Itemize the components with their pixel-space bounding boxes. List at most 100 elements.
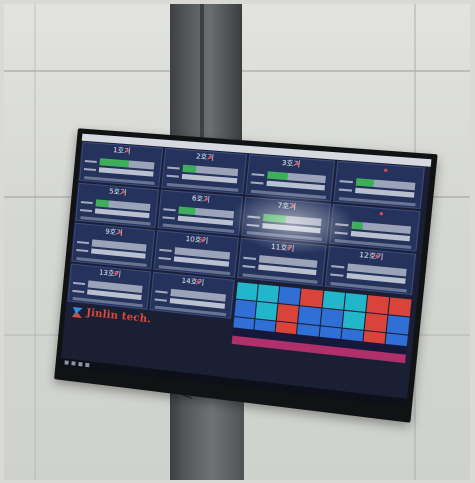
status-dot-icon	[121, 189, 125, 194]
wall-panel-seam	[34, 4, 36, 480]
progress-fill	[350, 220, 364, 230]
machine-tile	[332, 160, 425, 209]
machine-tile: 2호기	[160, 147, 248, 194]
progress-fill	[173, 247, 175, 255]
kpi-cell	[277, 304, 300, 323]
kpi-cell	[322, 290, 345, 310]
progress-fill	[169, 288, 171, 296]
row-label	[247, 214, 261, 219]
kpi-cell	[386, 315, 410, 335]
logo-mark-icon	[71, 306, 83, 318]
row-label	[76, 248, 89, 253]
status-dot-icon	[384, 168, 388, 173]
machine-name: 2호기	[195, 152, 215, 162]
tile-footer	[242, 272, 318, 284]
progress-fill	[258, 255, 260, 263]
row-label	[154, 297, 167, 302]
status-dot-icon	[117, 230, 121, 234]
status-dot-icon	[196, 279, 201, 284]
kpi-cell	[234, 299, 257, 319]
row-label	[333, 230, 348, 235]
status-dot-icon	[290, 204, 295, 208]
row-label	[157, 256, 171, 261]
row-label	[246, 223, 260, 227]
progress-fill	[181, 164, 197, 173]
row-label	[338, 188, 352, 192]
taskbar-app-icon	[71, 361, 76, 366]
row-label	[83, 168, 97, 172]
row-label	[251, 173, 265, 177]
machine-tile	[328, 203, 421, 252]
row-label	[84, 160, 97, 163]
row-label	[154, 289, 168, 294]
row-label	[165, 174, 179, 178]
kpi-cell	[298, 306, 321, 326]
os-taskbar	[60, 357, 408, 408]
machine-tile: 11호기	[237, 237, 327, 286]
machine-name: 7호기	[277, 200, 297, 211]
machine-name: 9호기	[104, 227, 123, 238]
progress-fill	[87, 279, 89, 287]
progress-fill	[263, 213, 287, 223]
logo-text: Jinlin tech.	[85, 307, 152, 326]
row-label	[80, 208, 93, 212]
progress-fill	[267, 171, 288, 181]
progress-fill	[346, 263, 348, 271]
machine-tile: 9호기	[71, 222, 155, 269]
start-icon	[64, 360, 69, 365]
row-label	[242, 264, 256, 269]
kpi-cell	[320, 308, 343, 328]
row-label	[250, 181, 264, 185]
kpi-cell	[388, 297, 412, 317]
machine-tile: 12호기	[324, 245, 417, 295]
progress-fill	[177, 205, 196, 215]
row-label	[329, 273, 343, 277]
machine-name: 1호기	[112, 146, 131, 156]
machine-name: 6호기	[191, 193, 211, 204]
machine-tile: 10호기	[152, 230, 239, 278]
machine-tile: 5호기	[75, 182, 159, 228]
row-label	[76, 240, 90, 245]
kpi-cell	[344, 292, 367, 312]
status-dot-icon	[286, 246, 291, 250]
wall-background: 1호기 2호기 3호기 5호기 6호기 7호기 9호기 10호기 11호기 12호기 13호기 14호…	[4, 4, 470, 480]
machine-tile: 1호기	[78, 141, 163, 187]
row-label	[73, 281, 86, 285]
row-label	[80, 200, 93, 204]
row-label	[334, 222, 349, 226]
row-label	[243, 256, 257, 261]
machine-tile: 14호기	[148, 271, 235, 319]
row-label	[161, 215, 175, 219]
progress-fill	[99, 158, 130, 168]
kpi-cell	[257, 284, 280, 303]
machine-name: 5호기	[108, 186, 127, 197]
row-label	[162, 207, 176, 211]
row-label	[158, 248, 172, 252]
status-dot-icon	[125, 149, 129, 153]
status-dot-icon	[295, 161, 299, 166]
status-dot-icon	[204, 196, 209, 201]
machine-tile: 3호기	[245, 154, 335, 202]
kpi-cell	[236, 282, 258, 301]
machine-name: 11호기	[270, 242, 295, 254]
kpi-cell	[255, 301, 278, 321]
progress-fill	[355, 178, 374, 187]
machine-name: 10호기	[185, 234, 209, 246]
kpi-cell	[342, 310, 365, 330]
progress-fill	[91, 239, 93, 247]
status-dot-icon	[113, 271, 118, 275]
progress-fill	[95, 198, 110, 208]
row-label	[166, 166, 180, 170]
kpi-cell	[366, 295, 390, 315]
row-label	[339, 180, 353, 184]
status-dot-icon	[379, 211, 384, 215]
machine-tile: 7호기	[241, 196, 331, 244]
kpi-cell	[278, 286, 301, 306]
row-label	[330, 265, 344, 269]
row-label	[72, 289, 85, 293]
kpi-cell	[364, 313, 388, 333]
taskbar-app-icon	[78, 361, 83, 367]
kpi-cell	[300, 288, 323, 308]
wall-monitor: 1호기 2호기 3호기 5호기 6호기 7호기 9호기 10호기 11호기 12호기 13호기 14호…	[54, 128, 438, 423]
machine-tile: 6호기	[156, 189, 244, 236]
